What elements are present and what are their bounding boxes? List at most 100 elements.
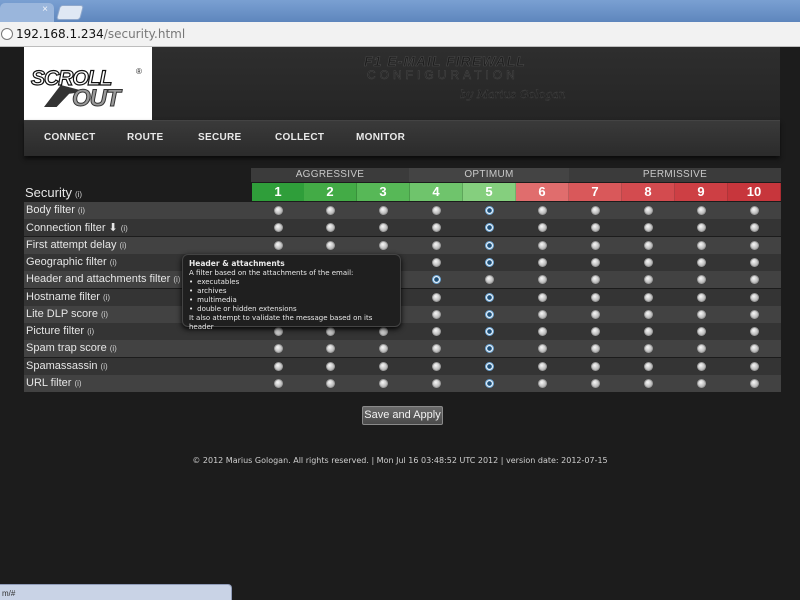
level-1-radio[interactable] [273,344,283,354]
level-10-radio[interactable] [749,344,759,354]
level-4-radio[interactable] [431,206,441,215]
level-3-radio[interactable] [378,361,388,371]
level-7-radio[interactable] [590,327,600,337]
level-4-radio[interactable] [431,223,441,233]
level-9-radio[interactable] [696,240,706,250]
level-4-radio[interactable] [431,257,441,267]
level-6-radio[interactable] [537,309,547,319]
level-6-radio[interactable] [537,240,547,250]
level-7-radio[interactable] [590,361,600,371]
level-10-radio[interactable] [749,327,759,337]
level-8-radio[interactable] [643,257,653,267]
level-5-radio[interactable] [484,257,494,267]
level-4-radio[interactable] [431,344,441,354]
nav-collect[interactable]: COLLECT [275,132,324,143]
nav-monitor[interactable]: MONITOR [356,132,405,143]
info-icon[interactable]: (i) [119,241,126,250]
level-3-radio[interactable] [378,379,388,388]
level-9-radio[interactable] [696,275,706,285]
scrollout-logo[interactable]: SCROLL ® OUT [24,47,152,120]
info-icon[interactable]: (i) [110,344,117,353]
close-tab-icon[interactable]: × [40,5,50,15]
info-icon[interactable]: (i) [75,190,82,199]
level-8-radio[interactable] [643,292,653,302]
level-9-radio[interactable] [696,206,706,215]
level-10-radio[interactable] [749,275,759,285]
level-7-radio[interactable] [590,240,600,250]
level-10-radio[interactable] [749,223,759,233]
level-6-radio[interactable] [537,206,547,215]
level-9-radio[interactable] [696,379,706,388]
level-9-radio[interactable] [696,292,706,302]
info-icon[interactable]: (i) [103,293,110,302]
level-10-radio[interactable] [749,292,759,302]
level-4-radio[interactable] [431,240,441,250]
level-1-radio[interactable] [273,206,283,215]
level-8-radio[interactable] [643,240,653,250]
level-1-radio[interactable] [273,223,283,233]
level-8-radio[interactable] [643,327,653,337]
level-10-radio[interactable] [749,379,759,388]
level-8-radio[interactable] [643,344,653,354]
level-6-radio[interactable] [537,292,547,302]
info-icon[interactable]: (i) [78,206,85,215]
info-icon[interactable]: (i) [101,362,108,371]
level-5-radio[interactable] [484,327,494,337]
level-5-radio[interactable] [484,275,494,285]
level-10-radio[interactable] [749,240,759,250]
level-5-radio[interactable] [484,206,494,215]
info-icon[interactable]: (i) [173,275,180,284]
level-5-radio[interactable] [484,309,494,319]
level-6-radio[interactable] [537,257,547,267]
info-icon[interactable]: (i) [74,379,81,388]
level-8-radio[interactable] [643,361,653,371]
level-2-radio[interactable] [325,379,335,388]
level-8-radio[interactable] [643,275,653,285]
level-2-radio[interactable] [325,240,335,250]
level-6-radio[interactable] [537,379,547,388]
info-icon[interactable]: (i) [87,327,94,336]
level-7-radio[interactable] [590,309,600,319]
address-bar[interactable]: 192.168.1.234/security.html [0,22,800,47]
level-6-radio[interactable] [537,275,547,285]
level-3-radio[interactable] [378,344,388,354]
level-6-radio[interactable] [537,223,547,233]
level-1-radio[interactable] [273,240,283,250]
level-3-radio[interactable] [378,240,388,250]
level-9-radio[interactable] [696,309,706,319]
level-5-radio[interactable] [484,379,494,388]
level-10-radio[interactable] [749,206,759,215]
level-4-radio[interactable] [431,309,441,319]
level-4-radio[interactable] [431,361,441,371]
level-2-radio[interactable] [325,223,335,233]
level-5-radio[interactable] [484,361,494,371]
level-7-radio[interactable] [590,275,600,285]
level-7-radio[interactable] [590,344,600,354]
level-7-radio[interactable] [590,292,600,302]
level-6-radio[interactable] [537,327,547,337]
level-8-radio[interactable] [643,223,653,233]
level-9-radio[interactable] [696,327,706,337]
level-10-radio[interactable] [749,309,759,319]
nav-route[interactable]: ROUTE [127,132,164,143]
level-5-radio[interactable] [484,223,494,233]
level-7-radio[interactable] [590,257,600,267]
level-10-radio[interactable] [749,361,759,371]
level-9-radio[interactable] [696,257,706,267]
info-icon[interactable]: (i) [101,310,108,319]
level-9-radio[interactable] [696,223,706,233]
level-3-radio[interactable] [378,223,388,233]
new-tab-button[interactable] [55,5,85,20]
save-and-apply-button[interactable]: Save and Apply [362,406,443,425]
level-10-radio[interactable] [749,257,759,267]
level-4-radio[interactable] [431,275,441,285]
level-7-radio[interactable] [590,223,600,233]
level-4-radio[interactable] [431,327,441,337]
level-2-radio[interactable] [325,344,335,354]
level-7-radio[interactable] [590,206,600,215]
level-9-radio[interactable] [696,361,706,371]
url-text[interactable]: 192.168.1.234/security.html [16,27,185,41]
level-3-radio[interactable] [378,206,388,215]
level-6-radio[interactable] [537,344,547,354]
level-8-radio[interactable] [643,379,653,388]
